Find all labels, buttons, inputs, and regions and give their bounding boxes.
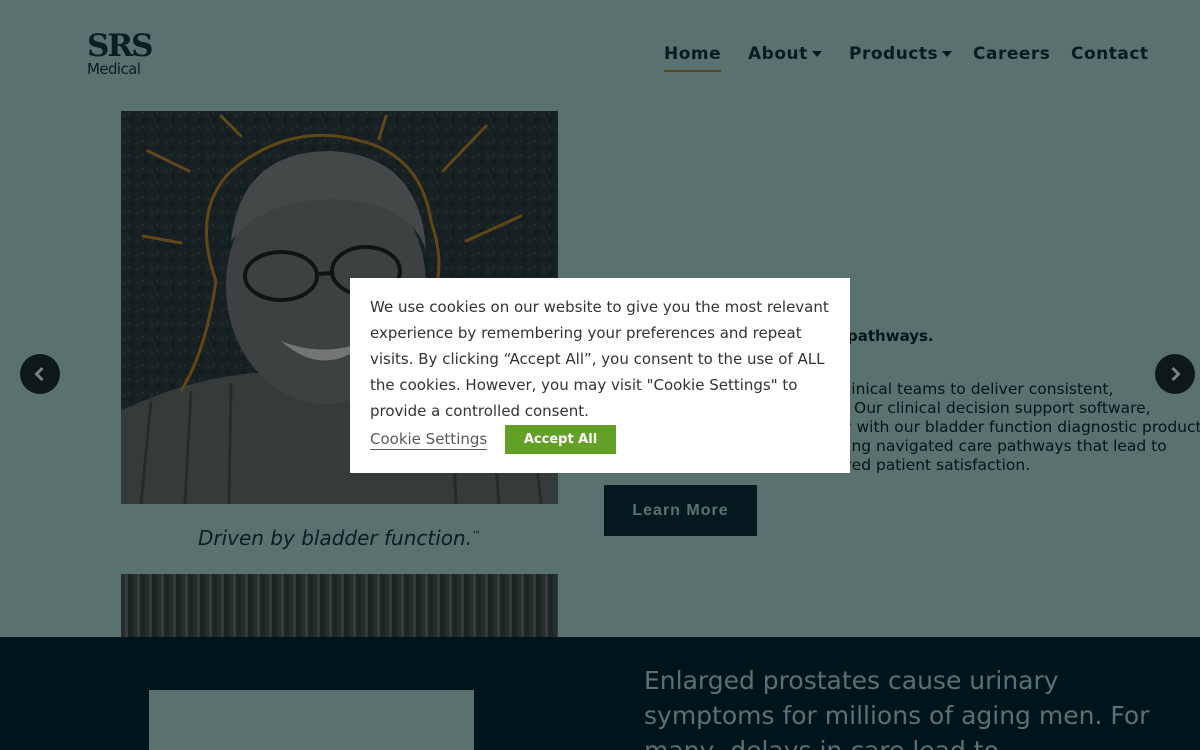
cookie-consent-dialog: We use cookies on our website to give yo…: [350, 278, 850, 473]
cookie-settings-link[interactable]: Cookie Settings: [370, 430, 488, 450]
accept-all-button[interactable]: Accept All: [505, 425, 616, 454]
cookie-message: We use cookies on our website to give yo…: [370, 298, 829, 420]
